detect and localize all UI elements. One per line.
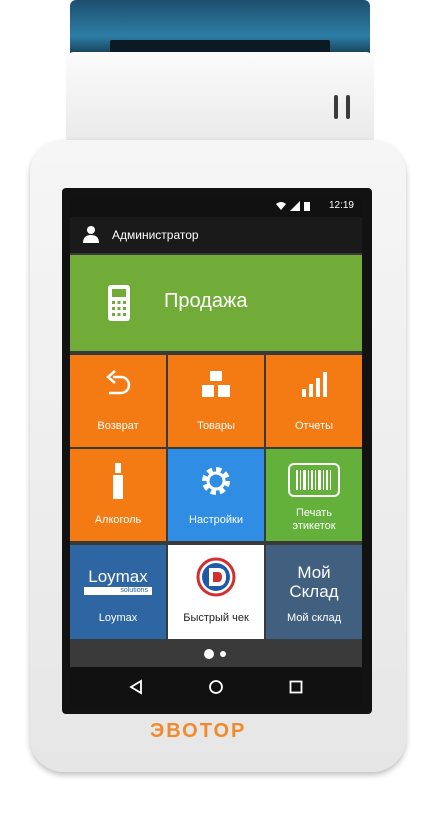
tile-label: Быстрый чек: [183, 612, 249, 624]
tile-label-line2: этикеток: [292, 520, 336, 532]
tile-label: Печать этикеток: [266, 507, 362, 533]
back-icon[interactable]: [128, 679, 144, 695]
loymax-logo-sub: solutions: [84, 587, 152, 595]
tile-label-line1: Печать: [295, 507, 333, 519]
loymax-logo-text: Loymax: [88, 567, 148, 586]
tile-label: Настройки: [189, 514, 243, 526]
page-indicator: [70, 643, 362, 667]
recents-icon[interactable]: [288, 679, 304, 695]
tile-quick-receipt[interactable]: Быстрый чек: [168, 545, 264, 639]
home-icon[interactable]: [208, 679, 224, 695]
signal-icon: [290, 201, 300, 211]
navigation-bar: [70, 667, 362, 707]
bar-chart-icon: [302, 372, 327, 397]
loymax-logo: Loymax solutions: [84, 567, 152, 597]
page-dot-active[interactable]: [204, 649, 214, 659]
bottle-icon: [113, 463, 123, 499]
screen: 12:19 Администратор Продажа Возврат Това…: [70, 195, 362, 707]
tile-print-labels[interactable]: Печать этикеток: [266, 449, 362, 541]
tile-label: Товары: [197, 420, 235, 432]
status-bar: 12:19: [70, 195, 362, 217]
user-header[interactable]: Администратор: [70, 217, 362, 253]
user-icon: [83, 226, 99, 243]
my-warehouse-logo: Мой Склад: [266, 563, 362, 601]
sale-button[interactable]: Продажа: [70, 255, 362, 351]
tile-label: Мой склад: [287, 612, 341, 624]
tile-return[interactable]: Возврат: [70, 355, 166, 447]
payment-terminal-icon: [108, 285, 130, 321]
my-warehouse-logo-line2: Склад: [289, 582, 339, 601]
my-warehouse-logo-line1: Мой: [297, 563, 331, 582]
brand-logo: ЭВОТОР: [150, 720, 247, 742]
boxes-icon: [202, 371, 230, 397]
page-dot[interactable]: [220, 651, 226, 657]
tile-label: Возврат: [97, 420, 139, 432]
tile-alcohol[interactable]: Алкоголь: [70, 449, 166, 541]
tile-label: Loymax: [98, 612, 138, 624]
tile-products[interactable]: Товары: [168, 355, 264, 447]
tile-loymax[interactable]: Loymax solutions Loymax: [70, 545, 166, 639]
barcode-icon: [288, 463, 340, 497]
return-arrow-icon: [106, 370, 131, 395]
battery-icon: [304, 202, 310, 211]
tile-label: Отчеты: [294, 420, 334, 432]
sale-label: Продажа: [164, 290, 248, 312]
tile-label: Алкоголь: [94, 514, 142, 526]
tile-my-warehouse[interactable]: Мой Склад Мой склад: [266, 545, 362, 639]
tile-settings[interactable]: Настройки: [168, 449, 264, 541]
tile-reports[interactable]: Отчеты: [266, 355, 362, 447]
wifi-icon: [276, 202, 286, 210]
user-name: Администратор: [112, 228, 199, 242]
printer-paper-roll: [70, 0, 370, 60]
printer-slot: [334, 95, 356, 123]
quick-receipt-logo-icon: [196, 557, 236, 597]
status-time: 12:19: [328, 200, 354, 211]
gear-icon: [202, 467, 230, 495]
printer-head: [66, 52, 374, 146]
